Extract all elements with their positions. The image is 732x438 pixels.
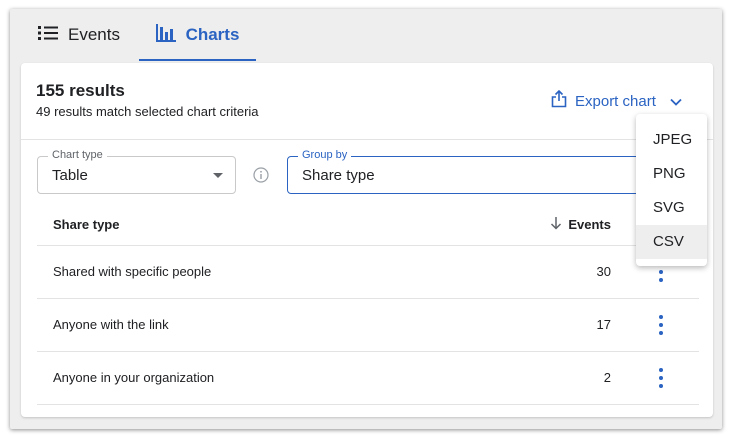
tab-charts[interactable]: Charts bbox=[139, 9, 256, 61]
export-format-menu: JPEG PNG SVG CSV bbox=[636, 114, 707, 266]
info-icon[interactable] bbox=[253, 167, 269, 188]
share-type-cell: Shared with specific people bbox=[53, 264, 212, 279]
export-chart-button[interactable]: Export chart bbox=[551, 89, 682, 113]
results-table: Share type Events Shared with specific p… bbox=[37, 205, 699, 405]
results-panel: 155 results 49 results match selected ch… bbox=[21, 63, 713, 417]
menu-item-svg[interactable]: SVG bbox=[636, 191, 707, 225]
events-cell: 2 bbox=[603, 370, 611, 385]
group-by-label: Group by bbox=[298, 149, 352, 161]
table-row[interactable]: Anyone with the link 17 bbox=[37, 299, 699, 352]
column-header-events[interactable]: Events bbox=[550, 216, 611, 233]
tab-events-label: Events bbox=[68, 25, 120, 44]
list-icon bbox=[38, 25, 58, 46]
menu-item-jpeg[interactable]: JPEG bbox=[636, 123, 707, 157]
app-frame: Events Charts 155 results 49 results mat… bbox=[10, 9, 722, 429]
chevron-down-icon bbox=[670, 93, 682, 110]
dropdown-caret-icon bbox=[213, 173, 223, 178]
more-vert-icon[interactable] bbox=[655, 313, 667, 337]
share-type-cell: Anyone with the link bbox=[53, 317, 169, 332]
share-type-cell: Anyone in your organization bbox=[53, 370, 215, 385]
events-cell: 17 bbox=[596, 317, 611, 332]
table-row[interactable]: Shared with specific people 30 bbox=[37, 246, 699, 299]
group-by-value: Share type bbox=[302, 167, 375, 184]
chart-type-select[interactable]: Chart type Table bbox=[37, 149, 236, 194]
export-chart-label: Export chart bbox=[575, 92, 656, 110]
tab-events[interactable]: Events bbox=[38, 9, 120, 61]
results-count: 155 results bbox=[36, 81, 125, 100]
group-by-select[interactable]: Group by Share type bbox=[287, 149, 667, 194]
menu-item-csv[interactable]: CSV bbox=[636, 225, 707, 259]
events-cell: 30 bbox=[596, 264, 611, 279]
active-tab-indicator bbox=[139, 59, 256, 61]
bar-chart-icon bbox=[155, 23, 176, 47]
more-vert-icon[interactable] bbox=[655, 366, 667, 390]
sort-arrow-down-icon bbox=[550, 216, 562, 233]
column-header-share-type[interactable]: Share type bbox=[53, 217, 119, 232]
table-header: Share type Events bbox=[37, 205, 699, 246]
table-row[interactable]: Anyone in your organization 2 bbox=[37, 352, 699, 405]
menu-item-png[interactable]: PNG bbox=[636, 157, 707, 191]
results-subtitle: 49 results match selected chart criteria bbox=[36, 104, 259, 119]
chart-type-value: Table bbox=[52, 167, 88, 184]
chart-type-label: Chart type bbox=[48, 149, 107, 161]
tab-bar: Events Charts bbox=[10, 9, 722, 61]
header-divider bbox=[21, 139, 713, 140]
tab-charts-label: Charts bbox=[185, 25, 240, 44]
share-export-icon bbox=[551, 89, 567, 112]
column-header-events-label: Events bbox=[568, 217, 611, 232]
